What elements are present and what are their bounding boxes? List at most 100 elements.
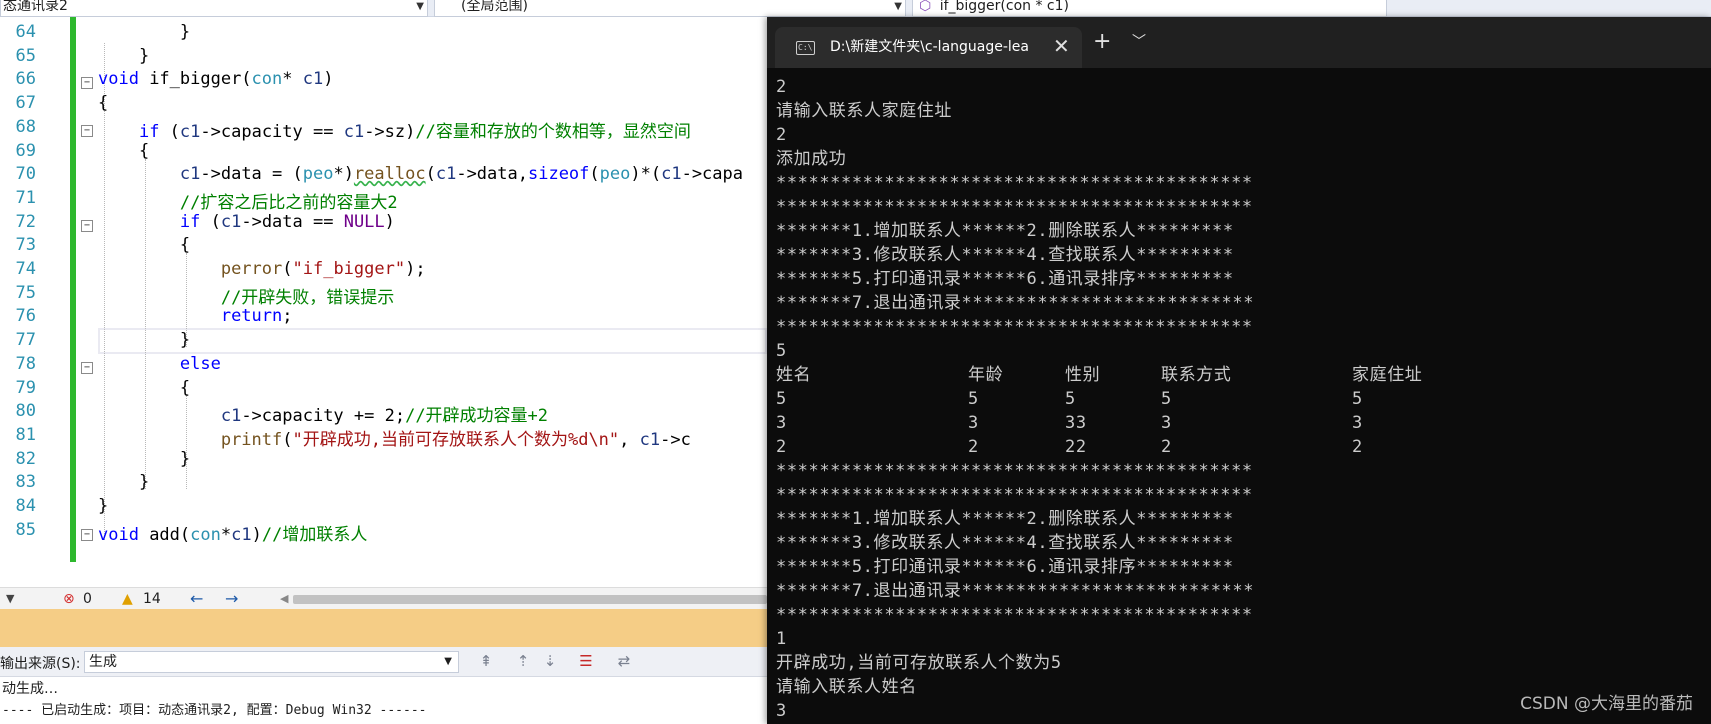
zoom-dropdown-icon[interactable]: ▼ xyxy=(6,590,14,608)
line-number: 65 xyxy=(15,45,36,66)
new-tab-plus-icon[interactable]: + xyxy=(1093,30,1111,54)
code-line[interactable]: //开辟失败，错误提示 xyxy=(98,283,394,308)
terminal-line: 请输入联系人家庭住址 xyxy=(776,101,952,121)
output-source-select[interactable]: 生成 ▼ xyxy=(84,651,459,673)
output-source-value: 生成 xyxy=(89,654,117,670)
line-number: 64 xyxy=(15,22,36,42)
line-number: 85 xyxy=(15,519,36,540)
table-cell: 2 xyxy=(776,437,787,457)
terminal-line: *******1.增加联系人******2.删除联系人********* xyxy=(776,509,1234,529)
console-icon: C:\ xyxy=(796,41,815,55)
code-line[interactable]: { xyxy=(98,235,190,255)
fold-toggle-icon[interactable]: − xyxy=(81,362,93,374)
table-cell: 5 xyxy=(1065,389,1076,409)
fold-toggle-icon[interactable]: − xyxy=(81,220,93,232)
terminal-tab[interactable]: C:\ D:\新建文件夹\c-language-lea ✕ xyxy=(775,27,1082,68)
scope-dropdown[interactable]: (全局范围) ▼ xyxy=(434,0,906,17)
line-number: 83 xyxy=(15,472,36,493)
code-line[interactable]: if (c1->capacity == c1->sz)//容量和存放的个数相等，… xyxy=(98,117,691,142)
next-message-icon[interactable]: ⇣ xyxy=(540,651,560,671)
code-line[interactable]: return; xyxy=(98,306,293,326)
code-line[interactable]: } xyxy=(98,46,149,66)
scroll-left-icon[interactable]: ◀ xyxy=(280,590,288,608)
table-cell: 2 xyxy=(968,437,979,457)
table-cell: 3 xyxy=(968,413,979,433)
line-number: 84 xyxy=(15,496,36,516)
code-line[interactable]: perror("if_bigger"); xyxy=(98,259,426,279)
code-line[interactable]: void if_bigger(con* c1) xyxy=(98,69,333,89)
line-number: 79 xyxy=(15,377,36,398)
previous-issue-arrow-icon[interactable]: ← xyxy=(190,590,203,608)
error-icon: ⊗ xyxy=(63,591,75,607)
table-cell: 3 xyxy=(776,413,787,433)
terminal-line: 添加成功 xyxy=(776,149,847,169)
code-line[interactable]: //扩容之后比之前的容量大2 xyxy=(98,188,398,213)
fold-toggle-icon[interactable]: − xyxy=(81,77,93,89)
find-message-icon[interactable]: ⇞ xyxy=(476,651,496,671)
table-header-age: 年龄 xyxy=(968,365,1004,385)
member-dropdown[interactable]: ⬡ if_bigger(con * c1) xyxy=(912,0,1387,17)
error-count[interactable]: 0 xyxy=(83,590,92,608)
table-cell: 2 xyxy=(1161,437,1172,457)
project-dropdown-label: 态通讯录2 xyxy=(3,0,68,14)
code-line[interactable]: } xyxy=(98,496,108,516)
code-line[interactable]: if (c1->data == NULL) xyxy=(98,212,395,232)
scope-dropdown-label: (全局范围) xyxy=(461,0,528,14)
line-number: 74 xyxy=(15,259,36,279)
code-line[interactable]: { xyxy=(98,141,149,161)
csdn-watermark: CSDN @大海里的番茄 xyxy=(1520,694,1693,714)
terminal-tab-title: D:\新建文件夹\c-language-lea xyxy=(830,39,1029,55)
line-number: 72 xyxy=(15,211,36,232)
table-cell: 22 xyxy=(1065,437,1087,457)
line-number: 76 xyxy=(15,306,36,327)
word-wrap-icon[interactable]: ⇄ xyxy=(614,651,634,671)
code-line[interactable]: c1->capacity += 2;//开辟成功容量+2 xyxy=(98,401,548,426)
code-line[interactable]: } xyxy=(98,330,190,350)
table-cell: 33 xyxy=(1065,413,1087,433)
terminal-tab-strip: C:\ D:\新建文件夹\c-language-lea ✕ + ﹀ xyxy=(767,17,1711,68)
terminal-window[interactable]: C:\ D:\新建文件夹\c-language-lea ✕ + ﹀ 2 请输入联系… xyxy=(767,17,1711,724)
code-line[interactable]: void add(con*c1)//增加联系人 xyxy=(98,520,367,545)
fold-toggle-icon[interactable]: − xyxy=(81,529,93,541)
chevron-down-icon: ▼ xyxy=(416,1,424,12)
chevron-down-icon: ▼ xyxy=(444,656,452,667)
contact-table-row: 5 5 5 5 5 xyxy=(776,387,1706,411)
function-icon: ⬡ xyxy=(919,0,932,14)
table-cell: 5 xyxy=(1352,389,1363,409)
code-line[interactable]: { xyxy=(98,93,108,113)
project-dropdown[interactable]: 态通讯录2 ▼ xyxy=(0,0,428,17)
next-issue-arrow-icon[interactable]: → xyxy=(225,590,238,608)
table-cell: 3 xyxy=(1161,413,1172,433)
current-line-highlight xyxy=(98,328,767,354)
table-header-name: 姓名 xyxy=(776,365,812,385)
terminal-line: 3 xyxy=(776,701,787,721)
code-line[interactable]: else xyxy=(98,354,221,374)
horizontal-scrollbar[interactable] xyxy=(293,595,767,604)
terminal-line: *******7.退出通讯录**************************… xyxy=(776,581,1255,601)
code-line[interactable]: } xyxy=(98,472,149,492)
close-tab-icon[interactable]: ✕ xyxy=(1053,35,1070,57)
table-header-gender: 性别 xyxy=(1065,365,1101,385)
contact-table-header: 姓名 年龄 性别 联系方式 家庭住址 xyxy=(776,363,1706,387)
line-number: 67 xyxy=(15,93,36,114)
fold-toggle-icon[interactable]: − xyxy=(81,125,93,137)
code-line[interactable]: printf("开辟成功,当前可存放联系人个数为%d\n", c1->c xyxy=(98,425,691,450)
code-line[interactable]: } xyxy=(98,449,190,469)
editor-navigation-bar: 态通讯录2 ▼ (全局范围) ▼ ⬡ if_bigger(con * c1) xyxy=(0,0,1711,17)
terminal-line: 开辟成功,当前可存放联系人个数为5 xyxy=(776,653,1062,673)
clear-all-icon[interactable]: ☰ xyxy=(576,651,596,671)
warning-count[interactable]: 14 xyxy=(143,590,161,608)
code-line[interactable]: } xyxy=(98,22,190,42)
tab-dropdown-chevron-icon[interactable]: ﹀ xyxy=(1132,31,1146,53)
table-header-address: 家庭住址 xyxy=(1352,365,1423,385)
code-editor[interactable]: − − − − − 64 } 65 } 66 void if_bigger(con* … xyxy=(0,17,767,587)
terminal-line: ****************************************… xyxy=(776,461,1253,481)
previous-message-icon[interactable]: ⇡ xyxy=(513,651,533,671)
table-header-phone: 联系方式 xyxy=(1161,365,1232,385)
code-line[interactable]: { xyxy=(98,378,190,398)
terminal-line: *******3.修改联系人******4.查找联系人********* xyxy=(776,245,1234,265)
output-source-label: 输出来源(S): xyxy=(0,656,81,672)
code-line[interactable]: c1->data = (peo*)realloc(c1->data,sizeof… xyxy=(98,164,743,184)
line-number: 77 xyxy=(15,330,36,351)
output-panel-caption xyxy=(0,609,767,647)
